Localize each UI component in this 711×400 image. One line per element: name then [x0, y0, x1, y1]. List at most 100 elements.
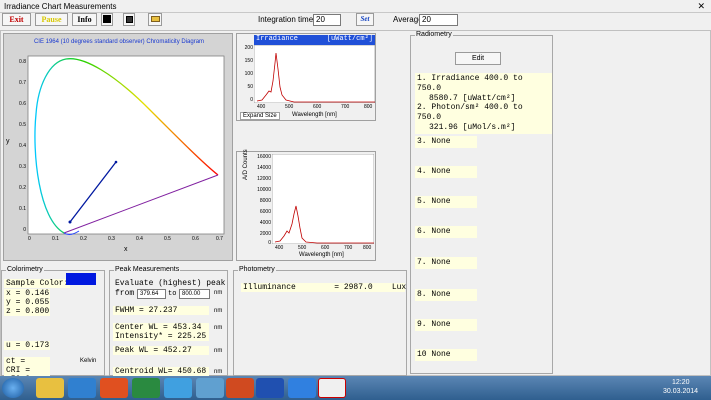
cie-diagram-panel: CIE 1964 (10 degrees standard observer) …: [3, 33, 233, 261]
app-icon[interactable]: [196, 378, 224, 398]
start-button[interactable]: [2, 378, 24, 398]
ad-y-tick: 14000: [257, 165, 271, 171]
cie-y-tick: 0.5: [19, 122, 26, 128]
cie-chart: [27, 55, 225, 235]
cie-y-tick: 0.4: [19, 143, 26, 149]
nm-unit: nm: [214, 369, 223, 375]
edit-button[interactable]: Edit: [455, 52, 501, 65]
ad-counts-panel: A/D Counts 16000 14000 12000 10000 8000 …: [236, 149, 376, 261]
kelvin-unit: Kelvin: [80, 358, 97, 364]
cie-y-tick: 0.6: [19, 101, 26, 107]
cie-x-tick: 0.7: [216, 236, 223, 242]
irradiance-y-tick: 200: [244, 45, 253, 51]
cie-x-tick: 0.3: [108, 236, 115, 242]
cie-x-tick: 0.6: [192, 236, 199, 242]
black-square-icon: [103, 15, 111, 23]
cie-x-label: x: [124, 246, 128, 253]
colorimetry-panel: Colorimetry Sample Color: x = 0.146 y = …: [1, 266, 105, 384]
peak-title: Peak Measurements: [114, 266, 181, 273]
cie-y-tick: 0.8: [19, 59, 26, 65]
toolbar: Exit Pause Info Integration time [ms] 20…: [0, 13, 711, 27]
ad-y-tick: 2000: [259, 231, 271, 237]
color-x-value: x = 0.146: [4, 289, 50, 298]
ad-counts-plot: [272, 154, 374, 244]
window-title: Irradiance Chart Measurements: [4, 2, 117, 11]
radiometry-item-1: 1. Irradiance 400.0 to 750.0 8580.7 [uWa…: [415, 73, 552, 105]
color-u-value: u = 0.173: [4, 341, 50, 350]
photometry-panel: Photometry Illuminance = 2987.0 Lux: [233, 266, 407, 376]
irradiance-y-tick: 100: [244, 71, 253, 77]
auto-set-button[interactable]: Set: [356, 13, 374, 26]
cie-y-tick: 0.1: [19, 206, 26, 212]
powerpoint-icon[interactable]: [226, 378, 254, 398]
evaluate-label: Evaluate (highest) peak: [115, 279, 226, 288]
open-button[interactable]: [148, 13, 162, 26]
close-icon[interactable]: ✕: [697, 1, 705, 12]
peak-wl-value: Peak WL = 452.27: [113, 346, 209, 355]
cie-y-axis: 0.8 0.7 0.6 0.5 0.4 0.3 0.2 0.1 0: [12, 56, 26, 236]
irradiance-y-tick: 150: [244, 58, 253, 64]
irradiance-header-label: Irradiance: [256, 35, 299, 43]
cie-x-axis: 0 0.1 0.2 0.3 0.4 0.5 0.6 0.7: [28, 236, 224, 244]
irradiance-chart-panel: Irradiance [uWatt/cm²] 200 150 100 50 0 …: [236, 33, 376, 121]
radiometry-panel: Radiometry Edit 1. Irradiance 400.0 to 7…: [410, 31, 553, 374]
app-icon[interactable]: [164, 378, 192, 398]
average-input[interactable]: 20: [419, 14, 458, 26]
clock-time[interactable]: 12:20: [672, 379, 690, 386]
sample-color-swatch: [66, 273, 96, 285]
ad-y-tick: 16000: [257, 154, 271, 160]
radiometry-item-9: 9. None: [415, 319, 477, 331]
title-bar: Irradiance Chart Measurements ✕: [0, 0, 711, 13]
fwhm-value: FWHM = 27.237: [113, 306, 209, 315]
clock-date[interactable]: 30.03.2014: [663, 388, 698, 395]
color-y-value: y = 0.055: [4, 298, 50, 307]
cie-y-tick: 0.7: [19, 80, 26, 86]
ad-x-tick: 800: [363, 245, 372, 251]
exit-button[interactable]: Exit: [2, 13, 31, 26]
intensity-value: Intensity* = 225.25: [113, 332, 209, 341]
integration-time-input[interactable]: 20: [313, 14, 341, 26]
irradiance-x-tick: 400: [257, 104, 266, 110]
cie-x-tick: 0.1: [52, 236, 59, 242]
to-wavelength-input[interactable]: 800.00: [179, 289, 210, 299]
excel-icon[interactable]: [132, 378, 160, 398]
cie-x-tick: 0.2: [80, 236, 87, 242]
expand-size-button[interactable]: Expand Size: [240, 112, 280, 120]
pause-button[interactable]: Pause: [35, 13, 68, 26]
irradiance-x-label: Wavelength [nm]: [292, 112, 337, 118]
radiometry-item-2: 2. Photon/sm² 400.0 to 750.0 321.96 [uMo…: [415, 102, 552, 134]
irradiance-y-axis: 200 150 100 50 0: [239, 45, 253, 105]
irradiance-x-tick: 600: [313, 104, 322, 110]
radiometry-item-5: 5. None: [415, 196, 477, 208]
ad-y-tick: 10000: [257, 187, 271, 193]
internet-explorer-icon[interactable]: [288, 378, 316, 398]
ad-x-tick: 500: [298, 245, 307, 251]
explorer-icon[interactable]: [36, 378, 64, 398]
save-button[interactable]: [123, 13, 135, 26]
ad-y-tick: 0: [268, 240, 271, 246]
cie-x-tick: 0.4: [136, 236, 143, 242]
from-wavelength-input[interactable]: 379.64: [137, 289, 166, 299]
from-label: from: [115, 289, 135, 298]
nm-unit: nm: [214, 348, 223, 354]
black-color-button[interactable]: [101, 13, 113, 26]
word-icon[interactable]: [256, 378, 284, 398]
ad-x-tick: 600: [321, 245, 330, 251]
irradiance-x-tick: 700: [341, 104, 350, 110]
ad-x-label: Wavelength [nm]: [299, 252, 344, 258]
illuminance-value: Illuminance = 2987.0 Lux: [241, 283, 407, 292]
media-icon[interactable]: [100, 378, 128, 398]
irradiance-x-axis: 400 500 600 700 800: [254, 104, 375, 111]
colorimetry-title: Colorimetry: [6, 266, 44, 273]
info-button[interactable]: Info: [72, 13, 97, 26]
taskbar: 12:20 30.03.2014: [0, 376, 711, 400]
radiometry-item-line: 1. Irradiance 400.0 to 750.0: [417, 74, 523, 93]
cie-x-tick: 0.5: [164, 236, 171, 242]
centroid-wl-value: Centroid WL= 450.68: [113, 367, 209, 376]
spectrometer-app-icon[interactable]: [318, 378, 346, 398]
folder-icon: [150, 16, 160, 22]
radiometry-item-line: 2. Photon/sm² 400.0 to 750.0: [417, 103, 523, 122]
irradiance-y-tick: 0: [250, 97, 253, 103]
browser-icon[interactable]: [68, 378, 96, 398]
cie-y-tick: 0: [23, 227, 26, 233]
